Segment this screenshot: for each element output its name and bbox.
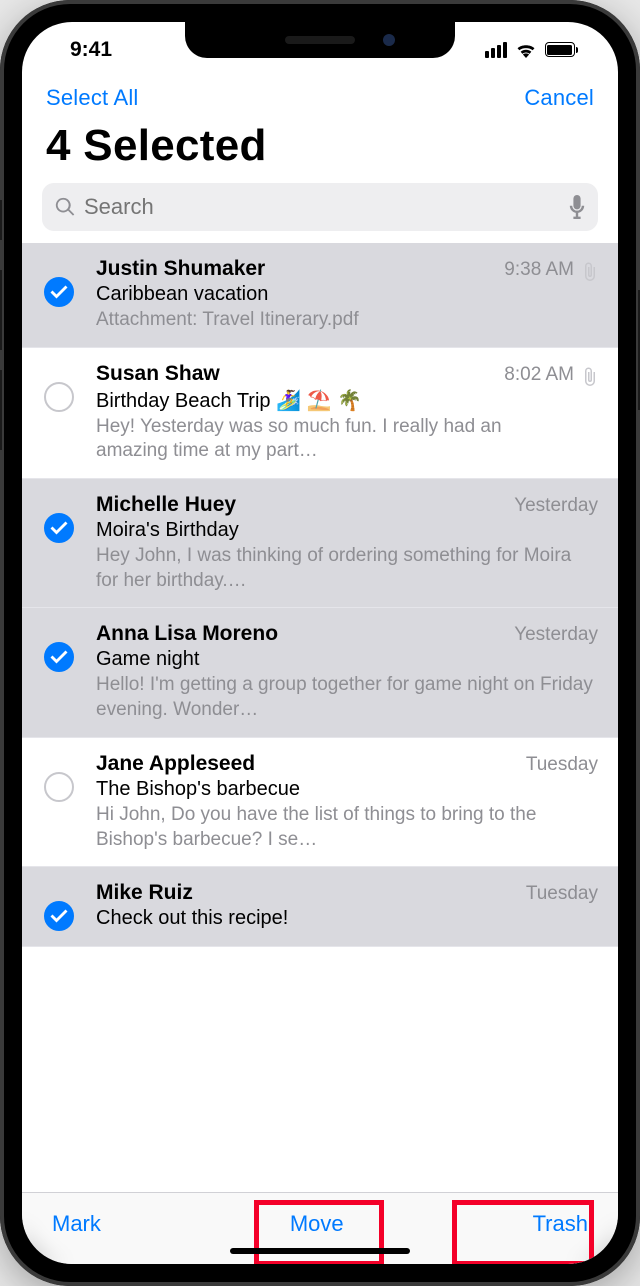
email-row[interactable]: Anna Lisa Moreno Yesterday Game night He… — [22, 608, 618, 737]
email-row[interactable]: Michelle Huey Yesterday Moira's Birthday… — [22, 479, 618, 608]
selection-checkbox[interactable] — [44, 277, 74, 307]
email-subject: Moira's Birthday — [96, 519, 598, 542]
screen: 9:41 Select All Cancel 4 Selected Justin… — [22, 22, 618, 1264]
email-preview: Hello! I'm getting a group together for … — [96, 673, 598, 722]
email-sender: Michelle Huey — [96, 493, 504, 517]
selection-checkbox[interactable] — [44, 772, 74, 802]
phone-frame: 9:41 Select All Cancel 4 Selected Justin… — [0, 0, 640, 1286]
email-subject: The Bishop's barbecue — [96, 778, 598, 801]
email-time: Tuesday — [526, 754, 598, 776]
email-preview: Hey John, I was thinking of ordering som… — [96, 544, 598, 593]
wifi-icon — [515, 42, 537, 58]
selection-checkbox[interactable] — [44, 642, 74, 672]
email-subject: Game night — [96, 648, 598, 671]
attachment-icon — [582, 366, 598, 388]
email-list: Justin Shumaker 9:38 AM Caribbean vacati… — [22, 243, 618, 1192]
selection-checkbox[interactable] — [44, 382, 74, 412]
email-time: Yesterday — [514, 495, 598, 517]
email-content: Mike Ruiz Tuesday Check out this recipe! — [96, 881, 598, 932]
email-sender: Susan Shaw — [96, 362, 494, 386]
notch — [185, 22, 455, 58]
email-content: Susan Shaw 8:02 AM Birthday Beach Trip 🏄… — [96, 362, 574, 464]
email-time: 9:38 AM — [504, 259, 574, 281]
email-time: Tuesday — [526, 883, 598, 905]
microphone-icon[interactable] — [568, 195, 586, 219]
search-icon — [54, 196, 76, 218]
email-preview: Attachment: Travel Itinerary.pdf — [96, 308, 574, 333]
email-content: Jane Appleseed Tuesday The Bishop's barb… — [96, 752, 598, 852]
email-subject: Caribbean vacation — [96, 283, 574, 306]
silent-switch — [0, 200, 2, 240]
cellular-signal-icon — [485, 42, 507, 58]
battery-icon — [545, 42, 579, 57]
select-all-button[interactable]: Select All — [46, 85, 139, 111]
email-sender: Jane Appleseed — [96, 752, 516, 776]
email-row[interactable]: Susan Shaw 8:02 AM Birthday Beach Trip 🏄… — [22, 348, 618, 479]
email-content: Justin Shumaker 9:38 AM Caribbean vacati… — [96, 257, 574, 333]
email-row[interactable]: Justin Shumaker 9:38 AM Caribbean vacati… — [22, 243, 618, 348]
email-subject: Check out this recipe! — [96, 907, 598, 930]
home-indicator[interactable] — [230, 1248, 410, 1254]
selection-checkbox[interactable] — [44, 513, 74, 543]
email-row[interactable]: Mike Ruiz Tuesday Check out this recipe! — [22, 867, 618, 947]
email-sender: Mike Ruiz — [96, 881, 516, 905]
status-time: 9:41 — [70, 38, 112, 62]
volume-up — [0, 270, 2, 350]
email-sender: Justin Shumaker — [96, 257, 494, 281]
email-sender: Anna Lisa Moreno — [96, 622, 504, 646]
email-subject: Birthday Beach Trip 🏄‍♀️ ⛱️ 🌴 — [96, 388, 574, 413]
nav-bar: Select All Cancel — [22, 77, 618, 117]
volume-down — [0, 370, 2, 450]
email-preview: Hey! Yesterday was so much fun. I really… — [96, 415, 574, 464]
search-input[interactable] — [84, 194, 560, 220]
move-button[interactable]: Move — [290, 1211, 344, 1237]
cancel-button[interactable]: Cancel — [524, 85, 594, 111]
email-content: Anna Lisa Moreno Yesterday Game night He… — [96, 622, 598, 722]
page-title: 4 Selected — [22, 117, 618, 183]
search-field[interactable] — [42, 183, 598, 231]
email-time: Yesterday — [514, 624, 598, 646]
email-preview: Hi John, Do you have the list of things … — [96, 803, 598, 852]
attachment-icon — [582, 261, 598, 283]
mark-button[interactable]: Mark — [52, 1211, 101, 1237]
email-time: 8:02 AM — [504, 364, 574, 386]
selection-checkbox[interactable] — [44, 901, 74, 931]
trash-button[interactable]: Trash — [533, 1211, 588, 1237]
email-row[interactable]: Jane Appleseed Tuesday The Bishop's barb… — [22, 738, 618, 867]
email-content: Michelle Huey Yesterday Moira's Birthday… — [96, 493, 598, 593]
